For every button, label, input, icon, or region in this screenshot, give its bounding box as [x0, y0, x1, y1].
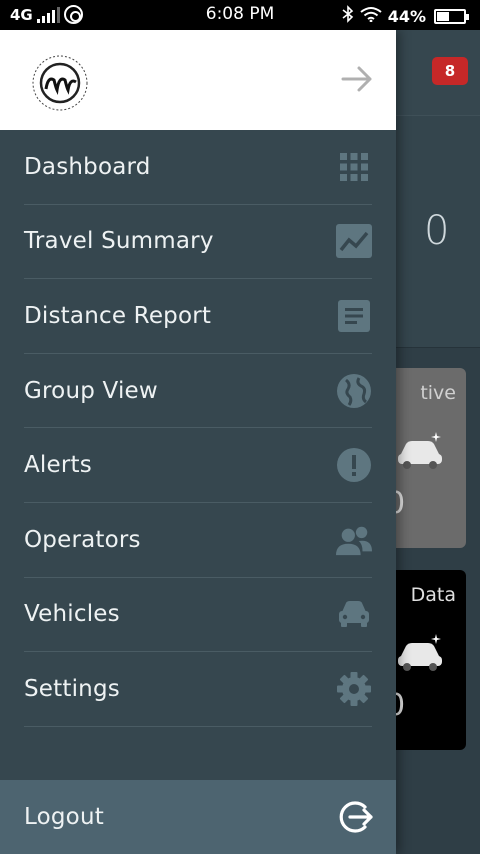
trend-chart-icon [336, 223, 372, 259]
menu-item-alerts[interactable]: Alerts [24, 428, 372, 503]
menu-item-operators[interactable]: Operators [24, 503, 372, 578]
logout-icon [338, 799, 374, 835]
wifi-icon [360, 6, 382, 26]
alert-icon [336, 447, 372, 483]
drawer-close-arrow-icon[interactable] [340, 64, 374, 94]
drawer-header [0, 30, 396, 130]
operators-icon [336, 522, 372, 558]
background-header: 8 [396, 30, 480, 116]
bluetooth-icon [342, 5, 354, 27]
menu-item-label: Settings [24, 675, 120, 702]
drawer-menu: Dashboard Travel Summary Distance Report [0, 130, 396, 727]
nodata-card-label: Data [410, 584, 456, 606]
inactive-card-label: tive [420, 382, 456, 404]
menu-item-dashboard[interactable]: Dashboard [24, 130, 372, 205]
menu-item-label: Vehicles [24, 601, 120, 628]
gear-icon [336, 671, 372, 707]
menu-item-label: Operators [24, 526, 141, 553]
menu-item-distance-report[interactable]: Distance Report [24, 279, 372, 354]
navigation-drawer: Dashboard Travel Summary Distance Report [0, 30, 396, 854]
globe-icon [336, 373, 372, 409]
menu-item-group-view[interactable]: Group View [24, 354, 372, 429]
logout-label: Logout [24, 804, 104, 830]
stat-value: 0 [424, 208, 450, 254]
menu-item-travel-summary[interactable]: Travel Summary [24, 205, 372, 280]
report-icon [336, 298, 372, 334]
menu-item-vehicles[interactable]: Vehicles [24, 578, 372, 653]
battery-icon [434, 8, 469, 24]
notification-badge[interactable]: 8 [432, 57, 468, 85]
status-bar: 4G 6:08 PM 44% [0, 0, 480, 30]
menu-item-settings[interactable]: Settings [24, 652, 372, 727]
company-logo [32, 55, 88, 111]
battery-percent: 44% [387, 6, 426, 26]
car-icon [336, 596, 372, 632]
car-sparkle-icon [398, 634, 442, 671]
car-sparkle-icon [398, 432, 442, 469]
menu-item-label: Dashboard [24, 153, 151, 180]
grid-icon [336, 149, 372, 185]
menu-item-label: Travel Summary [24, 228, 214, 255]
app-screen: 4G 6:08 PM 44% 8 0 tive Data Dashboard T… [0, 0, 480, 854]
menu-item-label: Alerts [24, 452, 92, 479]
logout-button[interactable]: Logout [0, 780, 396, 854]
menu-item-label: Distance Report [24, 302, 212, 329]
menu-item-label: Group View [24, 377, 158, 404]
status-right: 44% [342, 5, 469, 27]
